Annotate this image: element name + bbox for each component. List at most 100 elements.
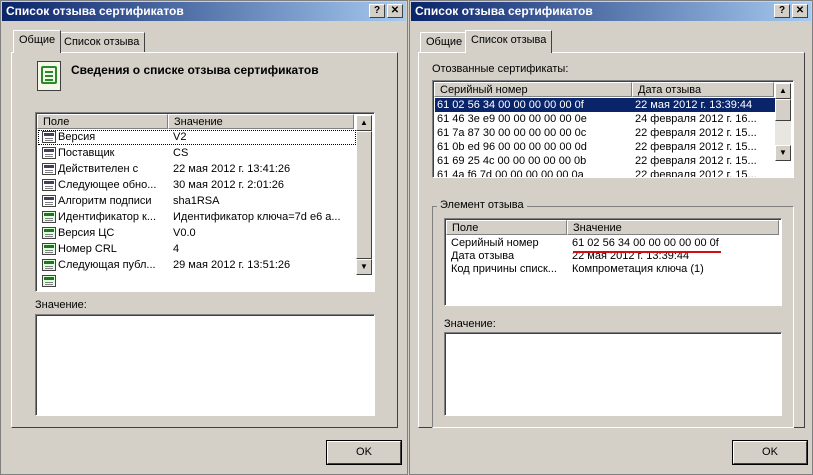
field-icon	[42, 195, 56, 207]
crl-dialog-general: Список отзыва сертификатов ? ✕ Общие Спи…	[0, 0, 408, 475]
window-title: Список отзыва сертификатов	[411, 2, 811, 21]
revoked-certificates-label: Отозванные сертификаты:	[432, 63, 569, 75]
serial-number: 61 69 25 4c 00 00 00 00 00 0b	[437, 155, 587, 167]
ok-button[interactable]: OK	[733, 441, 807, 464]
close-button[interactable]: ✕	[387, 4, 403, 18]
table-row[interactable]: 61 69 25 4c 00 00 00 00 00 0b 22 февраля …	[435, 154, 775, 168]
revocation-date: 22 февраля 2012 г. 15...	[635, 127, 757, 139]
serial-number: 61 4a f6 7d 00 00 00 00 00 0a	[437, 169, 584, 178]
field-value: Идентификатор ключа=7d e6 a...	[173, 211, 341, 223]
vertical-scrollbar[interactable]: ▲ ▼	[775, 83, 791, 161]
value-textbox[interactable]	[444, 332, 782, 416]
column-header-serial[interactable]: Серийный номер	[434, 82, 632, 97]
table-row[interactable]	[38, 274, 356, 289]
table-row[interactable]: 61 02 56 34 00 00 00 00 00 0f 22 мая 2012…	[435, 98, 775, 112]
crl-info-heading: Сведения о списке отзыва сертификатов	[71, 63, 319, 77]
column-header-revocation-date[interactable]: Дата отзыва	[632, 82, 774, 97]
serial-number: 61 7a 87 30 00 00 00 00 00 0c	[437, 127, 587, 139]
window-title: Список отзыва сертификатов	[2, 2, 406, 21]
column-header-field[interactable]: Поле	[37, 114, 168, 129]
serial-number: 61 02 56 34 00 00 00 00 00 0f	[437, 99, 584, 111]
table-row[interactable]: Серийный номер 61 02 56 34 00 00 00 00 00…	[447, 237, 779, 250]
extension-icon	[42, 259, 56, 271]
table-row[interactable]: Номер CRL 4	[38, 242, 356, 257]
value-textbox[interactable]	[35, 314, 375, 416]
annotation-underline	[573, 251, 721, 253]
tab-general[interactable]: Общие	[420, 32, 469, 52]
field-name: Алгоритм подписи	[58, 195, 152, 207]
revocation-date: 24 февраля 2012 г. 16...	[635, 113, 757, 125]
field-name: Версия	[58, 131, 96, 143]
field-icon	[42, 147, 56, 159]
extension-icon	[42, 275, 56, 287]
help-button[interactable]: ?	[369, 4, 385, 18]
serial-number: 61 46 3e e9 00 00 00 00 00 0e	[437, 113, 587, 125]
help-button[interactable]: ?	[774, 4, 790, 18]
scroll-thumb[interactable]	[775, 99, 791, 121]
field-name: Поставщик	[58, 147, 115, 159]
table-row[interactable]: Версия ЦС V0.0	[38, 226, 356, 241]
field-icon	[42, 179, 56, 191]
table-row[interactable]: Следующее обно... 30 мая 2012 г. 2:01:26	[38, 178, 356, 193]
column-header-field[interactable]: Поле	[446, 220, 567, 235]
field-name: Действителен с	[58, 163, 139, 175]
table-row[interactable]: 61 0b ed 96 00 00 00 00 00 0d 22 февраля …	[435, 140, 775, 154]
field-value: 61 02 56 34 00 00 00 00 00 0f	[572, 237, 719, 249]
revoked-certificates-list[interactable]: Серийный номер Дата отзыва 61 02 56 34 0…	[432, 80, 794, 178]
table-row[interactable]: Поставщик CS	[38, 146, 356, 161]
table-row[interactable]: Алгоритм подписи sha1RSA	[38, 194, 356, 209]
table-row[interactable]: 61 7a 87 30 00 00 00 00 00 0c 22 февраля …	[435, 126, 775, 140]
scroll-up-arrow-icon[interactable]: ▲	[775, 83, 791, 99]
field-icon	[42, 163, 56, 175]
field-name: Идентификатор к...	[58, 211, 157, 223]
crl-dialog-revocation-list: Список отзыва сертификатов ? ✕ Общие Спи…	[409, 0, 813, 475]
scroll-down-arrow-icon[interactable]: ▼	[775, 145, 791, 161]
table-row[interactable]: Код причины списк... Компрометация ключа …	[447, 263, 779, 276]
field-icon	[42, 131, 56, 143]
field-value: 22 мая 2012 г. 13:41:26	[173, 163, 291, 175]
table-row[interactable]: Версия V2	[38, 130, 356, 145]
serial-number: 61 0b ed 96 00 00 00 00 00 0d	[437, 141, 587, 153]
field-value: V2	[173, 131, 187, 143]
field-value: 30 мая 2012 г. 2:01:26	[173, 179, 284, 191]
ok-button[interactable]: OK	[327, 441, 401, 464]
field-name: Следующая публ...	[58, 259, 156, 271]
extension-icon	[42, 227, 56, 239]
field-value: 29 мая 2012 г. 13:51:26	[173, 259, 291, 271]
table-row[interactable]: Действителен с 22 мая 2012 г. 13:41:26	[38, 162, 356, 177]
field-value: Компрометация ключа (1)	[572, 263, 704, 275]
tab-revocation-list[interactable]: Список отзыва	[465, 30, 553, 53]
tab-general[interactable]: Общие	[13, 30, 62, 53]
scroll-up-arrow-icon[interactable]: ▲	[356, 115, 372, 131]
tab-revocation-list[interactable]: Список отзыва	[58, 32, 146, 52]
field-name: Версия ЦС	[58, 227, 115, 239]
field-value: CS	[173, 147, 189, 159]
crl-document-icon	[37, 61, 61, 91]
vertical-scrollbar[interactable]: ▲ ▼	[356, 115, 372, 275]
revocation-entry-group-label: Элемент отзыва	[437, 199, 527, 211]
field-value: 4	[173, 243, 180, 255]
column-header-value[interactable]: Значение	[567, 220, 779, 235]
field-name: Серийный номер	[451, 237, 539, 249]
table-row[interactable]: 61 46 3e e9 00 00 00 00 00 0e 24 февраля …	[435, 112, 775, 126]
revocation-date: 22 февраля 2012 г. 15...	[635, 141, 757, 153]
revocation-entry-list[interactable]: Поле Значение Серийный номер 61 02 56 34 …	[444, 218, 782, 306]
fields-list[interactable]: Поле Значение Версия V2 Поставщик CS Действи…	[35, 112, 375, 292]
revocation-date: 22 февраля 2012 г. 15...	[635, 155, 757, 167]
close-button[interactable]: ✕	[792, 4, 808, 18]
table-row[interactable]: Идентификатор к... Идентификатор ключа=7d…	[38, 210, 356, 225]
field-name: Код причины списк...	[451, 263, 557, 275]
scroll-down-arrow-icon[interactable]: ▼	[356, 259, 372, 275]
field-name: Номер CRL	[58, 243, 117, 255]
scroll-thumb[interactable]	[356, 131, 372, 259]
column-header-value[interactable]: Значение	[168, 114, 354, 129]
field-value: sha1RSA	[173, 195, 220, 207]
revocation-date: 22 мая 2012 г. 13:39:44	[635, 99, 753, 111]
field-name: Следующее обно...	[58, 179, 157, 191]
table-row[interactable]: 61 4a f6 7d 00 00 00 00 00 0a 22 февраля …	[435, 168, 775, 178]
field-name: Дата отзыва	[451, 250, 515, 262]
extension-icon	[42, 243, 56, 255]
value-label: Значение:	[35, 299, 87, 311]
table-row[interactable]: Следующая публ... 29 мая 2012 г. 13:51:26	[38, 258, 356, 273]
extension-icon	[42, 211, 56, 223]
